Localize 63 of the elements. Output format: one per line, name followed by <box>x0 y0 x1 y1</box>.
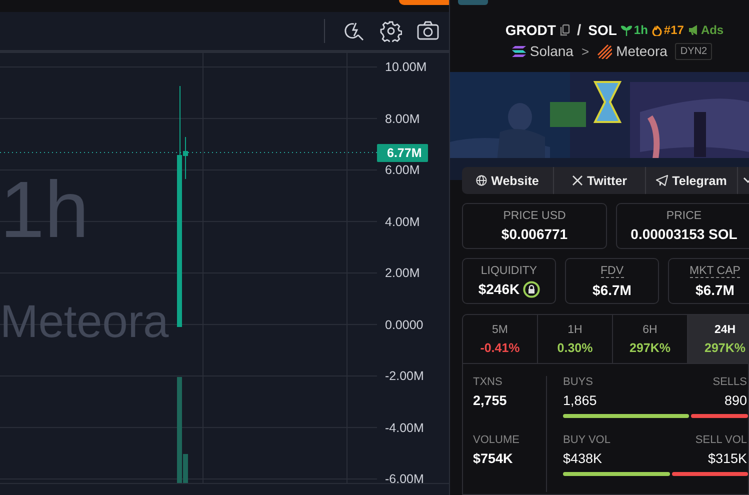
ads-badge[interactable]: Ads <box>688 23 724 37</box>
card-value: $6.7M <box>696 282 734 298</box>
card-value: $6.7M <box>592 282 632 298</box>
axis-label: 6.00M <box>385 162 420 178</box>
stat-label: SELLS <box>712 376 747 388</box>
axis-label: 8.00M <box>385 110 420 126</box>
card-value: $0.006771 <box>501 226 568 242</box>
card-label: FDV <box>600 264 624 278</box>
card-label: MKT CAP <box>690 264 740 278</box>
axis-label: 2.00M <box>385 265 420 281</box>
token-thumbnail[interactable] <box>458 0 488 5</box>
card-value: 0.00003153 SOL <box>630 226 738 242</box>
stat-value: 1,865 <box>563 393 597 408</box>
stat-value: 2,755 <box>473 393 508 408</box>
sell-ratio-bar <box>690 414 748 418</box>
card-label: PRICE USD <box>503 210 566 222</box>
solana-logo-icon <box>512 46 526 56</box>
flame-icon <box>652 24 662 36</box>
period-tab[interactable]: 1H 0.30% <box>538 315 613 363</box>
social-link[interactable]: Telegram <box>646 167 738 194</box>
axis-label: 10.00M <box>385 59 427 75</box>
card-label: LIQUIDITY <box>480 264 538 276</box>
x-logo-icon <box>572 175 583 186</box>
copy-icon[interactable] <box>560 24 570 36</box>
axis-label: 4.00M <box>385 214 420 230</box>
token-symbol: GRODT <box>505 22 556 38</box>
settings-icon[interactable] <box>380 20 402 42</box>
quote-symbol: SOL <box>588 22 617 38</box>
globe-icon <box>476 175 488 186</box>
stat-value: $315K <box>708 451 747 466</box>
stat-label: BUYS <box>563 376 593 388</box>
token-age: 1h <box>620 23 648 37</box>
chain-name[interactable]: Solana <box>530 43 574 59</box>
card-value: $246K <box>478 281 520 297</box>
megaphone-icon <box>688 25 699 35</box>
axis-label: -2.00M <box>385 368 424 384</box>
header-tab[interactable] <box>399 0 449 5</box>
stat-value: 890 <box>724 393 747 408</box>
breadcrumb-separator: > <box>581 44 590 58</box>
axis-label: 0.0000 <box>385 316 424 332</box>
meteora-logo-icon <box>597 44 612 58</box>
dex-name[interactable]: Meteora <box>616 43 668 59</box>
stat-label: VOLUME <box>473 434 520 446</box>
price-tag: 6.77M <box>377 144 428 162</box>
stat-label: BUY VOL <box>563 434 610 446</box>
rank-badge[interactable]: #17 <box>652 23 684 37</box>
stat-value: $438K <box>563 451 602 466</box>
axis-label: -4.00M <box>385 420 424 436</box>
pair-separator: / <box>576 22 582 38</box>
stat-value: $754K <box>473 451 514 466</box>
stat-label: SELL VOL <box>695 434 747 446</box>
period-tab[interactable]: 5M -0.41% <box>463 315 538 363</box>
stat-label: TXNS <box>473 376 504 388</box>
lightning-search-icon[interactable] <box>343 20 365 42</box>
paper-plane-icon <box>656 175 668 186</box>
camera-icon[interactable] <box>417 21 439 41</box>
period-tab[interactable]: 24H 297K% <box>688 315 749 363</box>
card-label: PRICE <box>666 210 702 222</box>
sprout-icon <box>620 24 632 36</box>
pool-badge: DYN2 <box>675 42 712 60</box>
axis-label: -6.00M <box>385 471 424 483</box>
social-link[interactable]: Website <box>462 167 554 194</box>
social-link[interactable]: Twitter <box>554 167 646 194</box>
